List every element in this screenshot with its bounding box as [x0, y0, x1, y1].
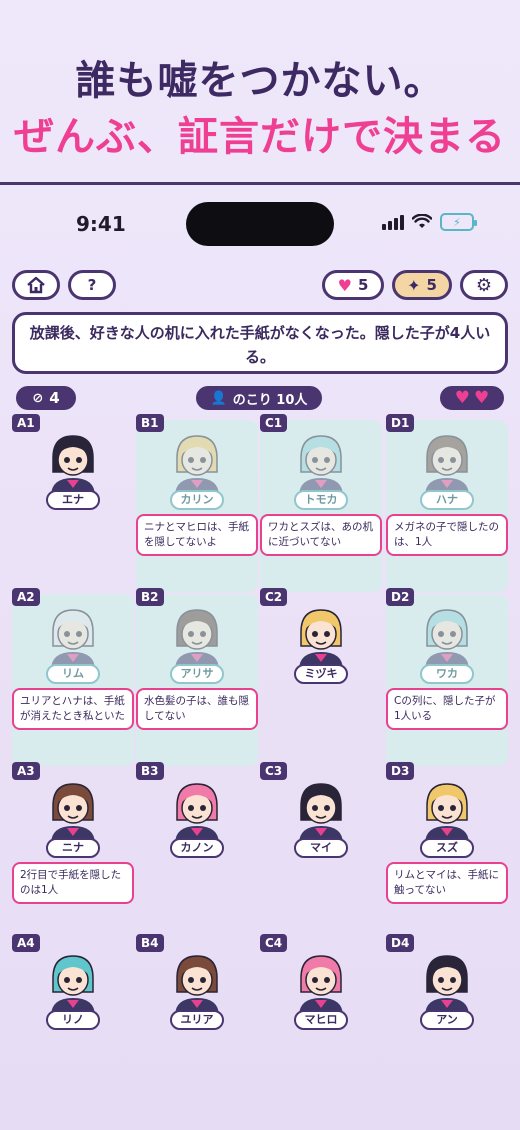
hints-button[interactable]: ✦ 5 [392, 270, 452, 300]
headline-line-1: 誰も嘘をつかない。 [75, 58, 445, 104]
suspect-name: トモカ [294, 490, 348, 510]
suspect-avatar [39, 948, 107, 1016]
life-heart-icon: ♥ [474, 388, 490, 408]
suspect-avatar [39, 602, 107, 670]
statement-bubble: 2行目で手紙を隠したのは1人 [12, 862, 134, 904]
suspect-avatar [287, 602, 355, 670]
suspect-name: ミヅキ [294, 664, 348, 684]
settings-button[interactable]: ⚙ [460, 270, 508, 300]
cell-coordinate: C1 [260, 414, 288, 432]
battery-charging-icon: ⚡ [440, 213, 477, 231]
cell-coordinate: D3 [386, 762, 415, 780]
suspect-avatar [287, 776, 355, 844]
cell-coordinate: B4 [136, 934, 164, 952]
suspect-avatar [39, 776, 107, 844]
suspect-avatar [413, 776, 481, 844]
remaining-label: のこり 10人 [232, 392, 308, 408]
hearts-counter: ♥ 5 [322, 270, 384, 300]
suspect-avatar [163, 602, 231, 670]
signal-icon [382, 214, 404, 230]
suspect-name: ニナ [46, 838, 100, 858]
heart-icon: ♥ [337, 275, 352, 295]
suspect-name: スズ [420, 838, 474, 858]
gear-icon: ⚙ [475, 274, 493, 296]
hints-count: 5 [426, 276, 437, 294]
cell-coordinate: A1 [12, 414, 40, 432]
status-time: 9:41 [76, 212, 126, 236]
cell-coordinate: A3 [12, 762, 40, 780]
cell-coordinate: C3 [260, 762, 288, 780]
cell-coordinate: D2 [386, 588, 415, 606]
cell-coordinate: A2 [12, 588, 40, 606]
suspect-avatar [413, 602, 481, 670]
statement-bubble: ユリアとハナは、手紙が消えたとき私といた [12, 688, 134, 730]
home-button[interactable] [12, 270, 60, 300]
statement-bubble: Cの列に、隠した子が1人いる [386, 688, 508, 730]
suspect-name: カリン [170, 490, 224, 510]
remaining-counter: 👤 のこり 10人 [196, 386, 322, 410]
cell-coordinate: B2 [136, 588, 164, 606]
suspect-avatar [163, 948, 231, 1016]
suspect-avatar [163, 428, 231, 496]
cell-coordinate: B1 [136, 414, 164, 432]
statement-bubble: 水色髪の子は、誰も隠してない [136, 688, 258, 730]
suspect-name: リム [46, 664, 100, 684]
cell-coordinate: A4 [12, 934, 40, 952]
status-icons: ⚡ [382, 213, 477, 231]
headline-divider [0, 182, 520, 185]
promo-headline: 誰も嘘をつかない。 ぜんぶ、証言だけで決まる [0, 0, 520, 186]
statement-bubble: ニナとマヒロは、手紙を隠してないよ [136, 514, 258, 556]
suspect-name: エナ [46, 490, 100, 510]
suspect-avatar [287, 428, 355, 496]
suspect-avatar [413, 428, 481, 496]
mistakes-counter: ⊘ 4 [16, 386, 76, 410]
lives-display: ♥ ♥ [440, 386, 504, 410]
question-mark-icon: ? [87, 276, 97, 294]
hearts-count: 5 [357, 276, 369, 294]
suspect-avatar [163, 776, 231, 844]
statement-bubble: メガネの子で隠したのは、1人 [386, 514, 508, 556]
mistakes-count: 4 [49, 389, 60, 407]
headline-line-2: ぜんぶ、証言だけで決まる [14, 114, 506, 160]
dynamic-island [186, 202, 334, 246]
cell-coordinate: C2 [260, 588, 288, 606]
status-bar: 9:41 ⚡ [0, 186, 520, 262]
suspect-name: アン [420, 1010, 474, 1030]
suspect-name: マヒロ [294, 1010, 348, 1030]
help-button[interactable]: ? [68, 270, 116, 300]
suspect-avatar [413, 948, 481, 1016]
suspect-name: アリサ [170, 664, 224, 684]
cell-coordinate: C4 [260, 934, 288, 952]
puzzle-question: 放課後、好きな人の机に入れた手紙がなくなった。隠した子が4人いる。 [12, 312, 508, 374]
life-heart-icon: ♥ [454, 388, 470, 408]
suspect-name: ワカ [420, 664, 474, 684]
wifi-icon [412, 214, 432, 228]
sparkle-icon: ✦ [407, 275, 421, 295]
cell-coordinate: B3 [136, 762, 164, 780]
person-icon: 👤 [210, 390, 227, 406]
shield-slash-icon: ⊘ [32, 390, 44, 406]
suspect-name: マイ [294, 838, 348, 858]
statement-bubble: ワカとスズは、あの机に近づいてない [260, 514, 382, 556]
suspect-avatar [39, 428, 107, 496]
suspect-name: カノン [170, 838, 224, 858]
home-icon [27, 276, 45, 294]
cell-coordinate: D4 [386, 934, 415, 952]
suspect-name: ハナ [420, 490, 474, 510]
suspect-avatar [287, 948, 355, 1016]
suspect-name: ユリア [170, 1010, 224, 1030]
statement-bubble: リムとマイは、手紙に触ってない [386, 862, 508, 904]
cell-coordinate: D1 [386, 414, 415, 432]
suspect-name: リノ [46, 1010, 100, 1030]
